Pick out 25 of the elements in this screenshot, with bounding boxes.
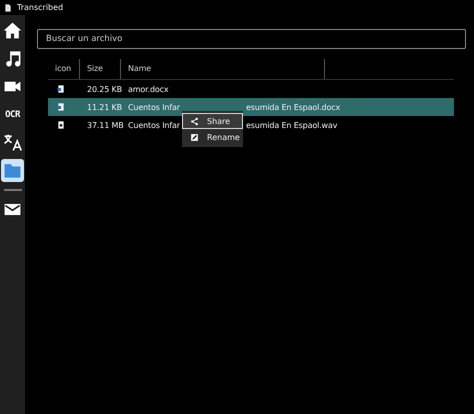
table-cell: Cuentos Infar: [128, 102, 180, 112]
table-cell-text: 20.25 KB: [86, 84, 123, 94]
table-cell-text: amor.docx: [128, 84, 170, 94]
column-header[interactable]: icon: [48, 59, 80, 79]
menu-item[interactable]: Share: [182, 113, 243, 129]
menu-item[interactable]: Rename: [182, 129, 243, 145]
folder-icon: [3, 161, 22, 180]
audio-file-icon: [57, 120, 65, 130]
table-cell-text: 11.21 KB: [86, 102, 123, 112]
search-field[interactable]: Buscar un archivo: [37, 29, 466, 49]
music-note-icon: [3, 49, 22, 68]
window-title: Transcribed: [17, 3, 64, 12]
translate-icon: [3, 133, 22, 152]
share-icon: [190, 116, 199, 126]
column-header[interactable]: Size: [80, 59, 121, 79]
selected-row[interactable]: 11.21 KB Cuentos Infar esumida En Espaol.docx: [48, 98, 454, 116]
table-cell: Cuentos Infar: [128, 120, 180, 130]
table-cell: esumida En Espaol.wav: [246, 120, 338, 130]
edit-icon: [190, 132, 199, 142]
table-cell-text: 37.11 MB: [86, 120, 125, 130]
home-icon: [3, 21, 22, 40]
document-icon: [4, 2, 12, 12]
column-header[interactable]: Name: [121, 59, 325, 79]
table-cell: esumida En Espaol.docx: [246, 102, 340, 112]
nav-button[interactable]: OCR: [1, 103, 24, 126]
